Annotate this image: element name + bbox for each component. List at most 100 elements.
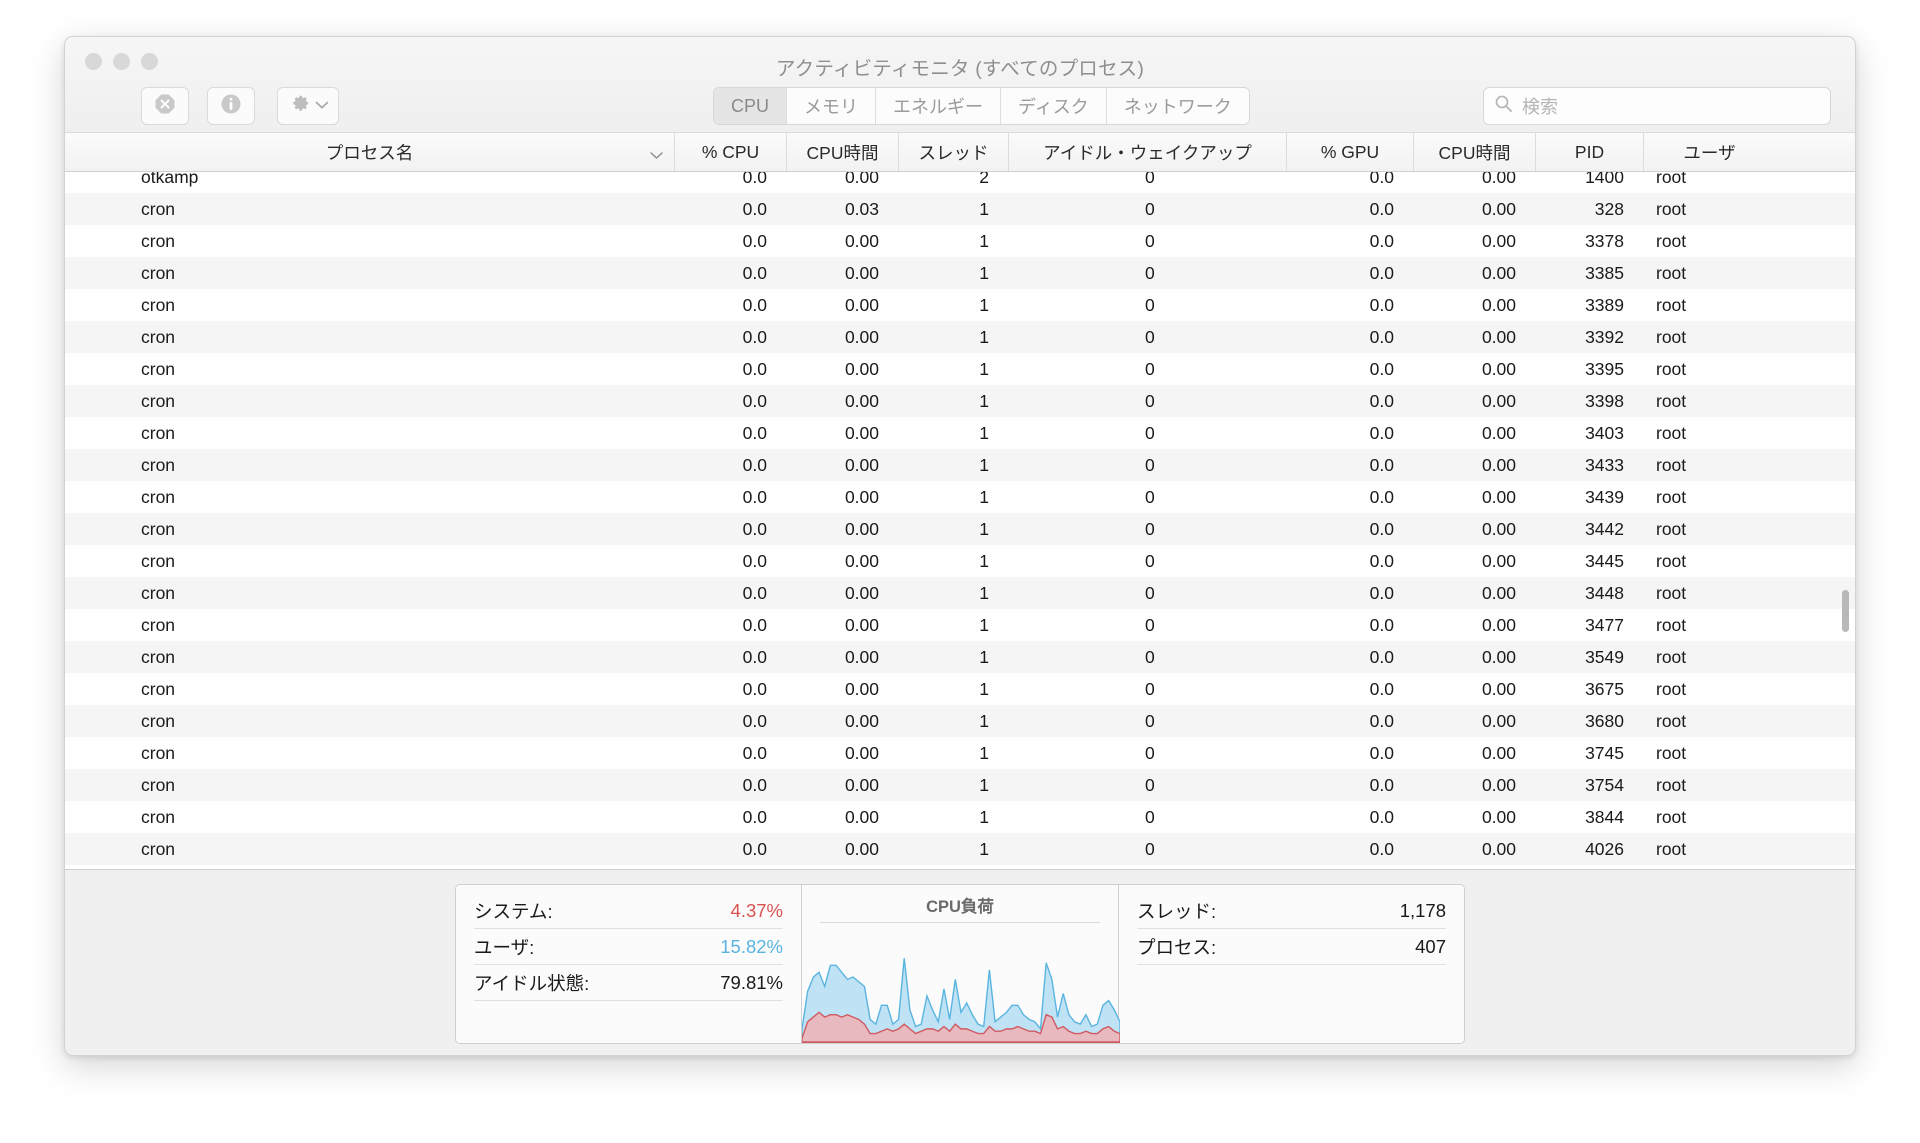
cell-process-name: cron	[141, 710, 176, 731]
table-row[interactable]: cron 0.0 0.00 1 0 0.0 0.00 3395 root	[65, 353, 1855, 385]
stop-process-icon	[154, 93, 176, 120]
cell-gpu-percent: 0.0	[1369, 678, 1394, 699]
cell-gpu-percent: 0.0	[1369, 774, 1394, 795]
column-header-gpu-time[interactable]: CPU時間	[1414, 133, 1536, 171]
cell-gpu-time: 0.00	[1481, 518, 1516, 539]
cell-gpu-time: 0.00	[1481, 358, 1516, 379]
column-header-cpu-percent[interactable]: % CPU	[675, 133, 787, 171]
zoom-window-button[interactable]	[141, 53, 158, 70]
search-input[interactable]: 検索	[1522, 93, 1558, 119]
column-header-threads[interactable]: スレッド	[899, 133, 1009, 171]
cell-process-name: cron	[141, 486, 176, 507]
cell-idle-wakeups: 0	[1145, 294, 1155, 315]
table-row[interactable]: cron 0.0 0.00 1 0 0.0 0.00 3448 root	[65, 577, 1855, 609]
window-title: アクティビティモニタ (すべてのプロセス)	[775, 58, 1145, 80]
table-row[interactable]: otkamp 0.0 0.00 2 0 0.0 0.00 1400 root	[65, 172, 1855, 193]
cell-user: root	[1656, 294, 1687, 315]
quit-process-button[interactable]	[141, 87, 189, 125]
cell-cpu-percent: 0.0	[742, 422, 767, 443]
table-row[interactable]: cron 0.0 0.00 1 0 0.0 0.00 3403 root	[65, 417, 1855, 449]
inspect-process-button[interactable]	[207, 87, 255, 125]
stat-label: アイドル状態:	[474, 972, 590, 994]
cell-pid: 3675	[1585, 678, 1624, 699]
table-row[interactable]: cron 0.0 0.00 1 0 0.0 0.00 3442 root	[65, 513, 1855, 545]
close-window-button[interactable]	[85, 53, 102, 70]
cell-idle-wakeups: 0	[1145, 838, 1155, 859]
chevron-down-icon	[315, 97, 329, 115]
cell-idle-wakeups: 0	[1145, 390, 1155, 411]
column-header-cpu-time[interactable]: CPU時間	[787, 133, 899, 171]
table-row[interactable]: cron 0.0 0.00 1 0 0.0 0.00 3398 root	[65, 385, 1855, 417]
table-row[interactable]: cron 0.0 0.00 1 0 0.0 0.00 3433 root	[65, 449, 1855, 481]
cell-idle-wakeups: 0	[1145, 358, 1155, 379]
cell-cpu-time: 0.00	[844, 806, 879, 827]
cell-threads: 1	[979, 550, 989, 571]
minimize-window-button[interactable]	[113, 53, 130, 70]
column-label: ユーザ	[1683, 142, 1736, 163]
cell-gpu-percent: 0.0	[1369, 230, 1394, 251]
column-header-gpu-percent[interactable]: % GPU	[1287, 133, 1414, 171]
cell-cpu-percent: 0.0	[742, 358, 767, 379]
cell-gpu-percent: 0.0	[1369, 486, 1394, 507]
table-row[interactable]: cron 0.0 0.00 1 0 0.0 0.00 3745 root	[65, 737, 1855, 769]
table-row[interactable]: cron 0.0 0.00 1 0 0.0 0.00 3439 root	[65, 481, 1855, 513]
settings-menu-button[interactable]	[277, 87, 339, 125]
cell-pid: 3448	[1585, 582, 1624, 603]
table-row[interactable]: cron 0.0 0.00 1 0 0.0 0.00 3549 root	[65, 641, 1855, 673]
cell-user: root	[1656, 614, 1687, 635]
stat-value: 15.82%	[720, 935, 783, 957]
cell-cpu-time: 0.00	[844, 454, 879, 475]
cell-pid: 3745	[1585, 742, 1624, 763]
search-field[interactable]: 検索	[1483, 87, 1831, 125]
table-row[interactable]: cron 0.0 0.00 1 0 0.0 0.00 4026 root	[65, 833, 1855, 865]
table-row[interactable]: cron 0.0 0.00 1 0 0.0 0.00 3385 root	[65, 257, 1855, 289]
column-label: % GPU	[1320, 141, 1380, 162]
table-row[interactable]: cron 0.0 0.00 1 0 0.0 0.00 3378 root	[65, 225, 1855, 257]
table-row[interactable]: cron 0.0 0.00 1 0 0.0 0.00 3392 root	[65, 321, 1855, 353]
column-header-user[interactable]: ユーザ	[1644, 133, 1775, 171]
cell-cpu-percent: 0.0	[742, 838, 767, 859]
cell-process-name: cron	[141, 582, 176, 603]
table-row[interactable]: cron 0.0 0.00 1 0 0.0 0.00 3477 root	[65, 609, 1855, 641]
cell-gpu-time: 0.00	[1481, 454, 1516, 475]
cell-threads: 1	[979, 326, 989, 347]
cell-gpu-percent: 0.0	[1369, 838, 1394, 859]
tab-memory[interactable]: メモリ	[787, 88, 877, 124]
tab-cpu[interactable]: CPU	[714, 88, 788, 124]
vertical-scrollbar[interactable]	[1839, 172, 1851, 869]
table-row[interactable]: cron 0.0 0.03 1 0 0.0 0.00 328 root	[65, 193, 1855, 225]
cell-cpu-time: 0.00	[844, 678, 879, 699]
column-label: CPU時間	[1438, 142, 1511, 163]
column-header-idle-wakeups[interactable]: アイドル・ウェイクアップ	[1009, 133, 1287, 171]
column-label: PID	[1574, 141, 1605, 162]
table-row[interactable]: cron 0.0 0.00 1 0 0.0 0.00 3445 root	[65, 545, 1855, 577]
cell-process-name: cron	[141, 262, 176, 283]
tab-energy[interactable]: エネルギー	[876, 88, 1002, 124]
view-tabs: CPU メモリ エネルギー ディスク ネットワーク	[713, 87, 1250, 125]
table-row[interactable]: cron 0.0 0.00 1 0 0.0 0.00 3844 root	[65, 801, 1855, 833]
tab-network[interactable]: ネットワーク	[1106, 88, 1249, 124]
table-row[interactable]: cron 0.0 0.00 1 0 0.0 0.00 3680 root	[65, 705, 1855, 737]
cell-cpu-percent: 0.0	[742, 294, 767, 315]
column-label: % CPU	[701, 141, 760, 162]
column-header-pid[interactable]: PID	[1536, 133, 1644, 171]
column-header-process-name[interactable]: プロセス名	[65, 133, 675, 171]
table-row[interactable]: cron 0.0 0.00 1 0 0.0 0.00 3754 root	[65, 769, 1855, 801]
table-row[interactable]: cron 0.0 0.00 1 0 0.0 0.00 3389 root	[65, 289, 1855, 321]
cell-threads: 1	[979, 358, 989, 379]
cell-threads: 1	[979, 710, 989, 731]
cell-cpu-percent: 0.0	[742, 806, 767, 827]
cell-idle-wakeups: 0	[1145, 582, 1155, 603]
cell-cpu-time: 0.00	[844, 326, 879, 347]
process-table[interactable]: otkamp 0.0 0.00 2 0 0.0 0.00 1400 root cron 0.0 0.0…	[65, 172, 1855, 869]
cell-pid: 3549	[1585, 646, 1624, 667]
column-label: スレッド	[918, 142, 989, 163]
cell-user: root	[1656, 198, 1687, 219]
cell-idle-wakeups: 0	[1145, 172, 1155, 187]
tab-disk[interactable]: ディスク	[1001, 88, 1107, 124]
cell-user: root	[1656, 172, 1687, 187]
cell-pid: 3754	[1585, 774, 1624, 795]
cell-cpu-time: 0.00	[844, 518, 879, 539]
scrollbar-thumb[interactable]	[1842, 590, 1849, 632]
table-row[interactable]: cron 0.0 0.00 1 0 0.0 0.00 3675 root	[65, 673, 1855, 705]
